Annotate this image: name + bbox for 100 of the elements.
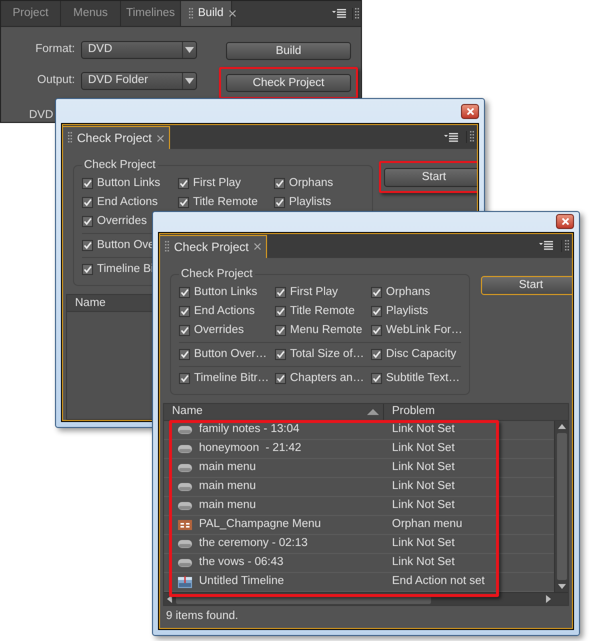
checkbox[interactable] [179, 325, 190, 336]
vertical-scrollbar[interactable] [554, 421, 568, 592]
checkbox-option[interactable]: Overrides [179, 322, 275, 340]
checkbox-option[interactable]: Playlists [371, 302, 461, 320]
gripper-icon[interactable] [68, 132, 72, 144]
checkbox-option[interactable]: Button Links [179, 284, 275, 302]
panel-tab[interactable]: Check Project [160, 234, 267, 258]
panel-menu-icon[interactable] [332, 9, 346, 18]
checkbox-option[interactable]: Button Links [82, 175, 178, 192]
column-header[interactable]: Name [164, 404, 384, 420]
checkbox[interactable] [179, 373, 190, 384]
table-cell-text: Orphan menu [392, 517, 462, 532]
checkbox[interactable] [82, 216, 93, 228]
table-cell-text: Link Not Set [392, 479, 455, 494]
panel-tab[interactable]: Project [1, 1, 61, 26]
checkbox[interactable] [275, 306, 286, 317]
group-title: Check Project [180, 266, 254, 282]
checkbox-option[interactable]: Title Remote [178, 194, 274, 212]
caret-icon [185, 78, 194, 84]
checkbox[interactable] [275, 349, 286, 360]
checkbox-option[interactable]: Button Over… [179, 346, 275, 364]
panel-menu-icon[interactable] [539, 241, 553, 250]
checkbox[interactable] [179, 349, 190, 360]
checkbox-option[interactable]: WebLink For… [371, 322, 461, 340]
gripper-icon[interactable] [470, 131, 474, 143]
checkbox-option[interactable]: Subtitle Text… [371, 370, 461, 388]
action-button[interactable]: Check Project [226, 74, 351, 92]
checkbox[interactable] [371, 325, 382, 336]
checkbox[interactable] [178, 197, 189, 208]
close-icon [466, 108, 474, 114]
checkbox[interactable] [179, 306, 190, 317]
gripper-icon[interactable] [165, 240, 169, 253]
checkbox[interactable] [371, 287, 382, 298]
close-button[interactable] [556, 214, 574, 230]
caret-icon [185, 47, 194, 53]
checkbox-option[interactable]: End Actions [179, 302, 275, 320]
group-title: Check Project [83, 158, 157, 173]
checkbox-option[interactable]: Orphans [274, 175, 364, 192]
button-icon [178, 426, 192, 434]
table-cell-text: Link Not Set [392, 460, 455, 476]
table-cell-text: the vows - 06:43 [199, 555, 284, 570]
button-icon [178, 559, 192, 567]
field-label: Format: [34, 42, 76, 58]
panel-menu-icon[interactable] [444, 132, 458, 142]
checkbox-option[interactable]: Title Remote [275, 302, 371, 320]
checkbox-option[interactable]: Orphans [371, 284, 461, 302]
gripper-icon[interactable] [355, 8, 359, 20]
close-icon [562, 218, 568, 226]
checkbox-option[interactable]: Menu Remote [275, 322, 371, 340]
start-button[interactable]: Start [480, 276, 572, 296]
panel-tab[interactable]: Check Project [63, 126, 170, 149]
checkbox-option[interactable]: First Play [178, 175, 274, 192]
checkbox[interactable] [82, 197, 93, 208]
checkbox[interactable] [178, 178, 189, 190]
dropdown[interactable]: DVD [81, 41, 197, 59]
timeline-icon [178, 576, 192, 588]
checkbox[interactable] [179, 287, 190, 298]
action-button[interactable]: Build [226, 42, 351, 60]
column-header[interactable]: Problem [384, 404, 435, 420]
table-cell-text: Link Not Set [392, 555, 455, 570]
dropdown[interactable]: DVD Folder [81, 72, 197, 90]
sort-arrow-icon[interactable] [367, 409, 379, 415]
button-icon [178, 540, 192, 548]
table-cell-text: PAL_Champagne Menu [199, 517, 322, 532]
table-cell-text: main menu [199, 498, 257, 514]
menu-icon [178, 520, 192, 530]
checkbox[interactable] [82, 240, 93, 252]
checkbox[interactable] [371, 373, 382, 384]
checkbox[interactable] [371, 306, 382, 317]
close-icon[interactable] [228, 10, 236, 17]
checkbox-option[interactable]: Total Size of… [275, 346, 371, 364]
close-button[interactable] [461, 104, 479, 118]
button-icon [178, 464, 192, 472]
panel-tab[interactable]: Menus [61, 1, 121, 26]
gripper-icon[interactable] [189, 8, 193, 20]
checkbox[interactable] [82, 264, 93, 276]
start-button[interactable]: Start [384, 168, 477, 186]
table-cell-text: the ceremony - 02:13 [199, 536, 309, 552]
checkbox[interactable] [275, 287, 286, 298]
checkbox[interactable] [82, 178, 93, 190]
checkbox[interactable] [274, 197, 285, 208]
checkbox[interactable] [274, 178, 285, 190]
status-text: 9 items found. [165, 609, 240, 624]
checkbox-option[interactable]: First Play [275, 284, 371, 302]
checkbox-option[interactable]: Playlists [274, 194, 364, 212]
table-cell-text: Link Not Set [392, 498, 455, 514]
checkbox[interactable] [275, 373, 286, 384]
checkbox[interactable] [371, 349, 382, 360]
checkbox-option[interactable]: Overrides [82, 213, 178, 230]
gripper-icon[interactable] [565, 240, 569, 252]
close-icon[interactable] [254, 243, 261, 250]
checkbox-option[interactable]: Timeline Bitr… [179, 370, 275, 388]
checkbox[interactable] [275, 325, 286, 336]
checkbox-option[interactable]: Chapters an… [275, 370, 371, 388]
checkbox-option[interactable]: End Actions [82, 194, 178, 212]
close-icon[interactable] [156, 134, 164, 142]
table-cell-text: Link Not Set [392, 536, 455, 552]
checkbox-option[interactable]: Disc Capacity [371, 346, 461, 364]
table-cell-text: End Action not set [392, 574, 485, 590]
table-cell-text: main menu [199, 479, 257, 494]
